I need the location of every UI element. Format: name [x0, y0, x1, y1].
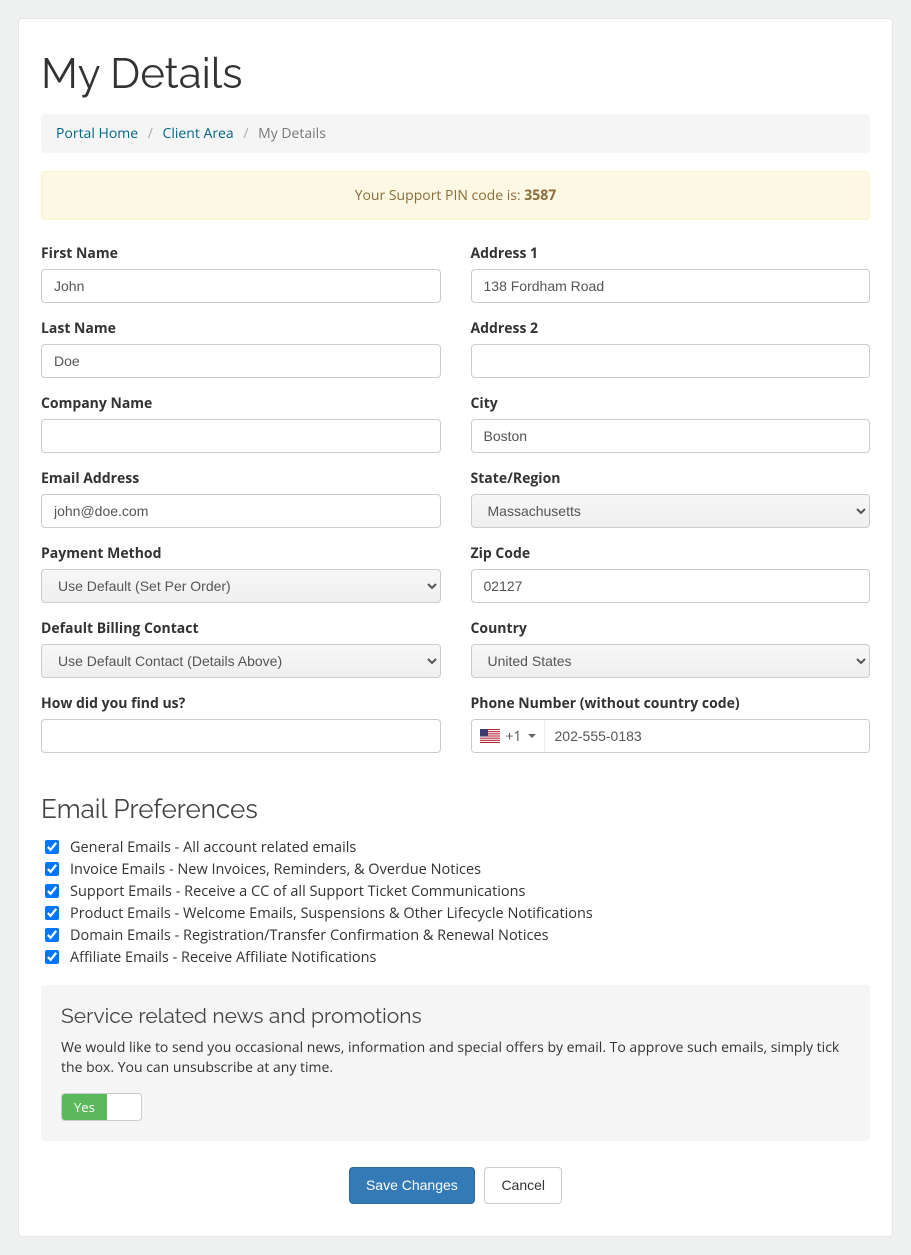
email-pref-checkbox[interactable]	[45, 906, 59, 920]
email-pref-item[interactable]: Invoice Emails - New Invoices, Reminders…	[41, 859, 870, 879]
breadcrumb: Portal Home / Client Area / My Details	[41, 114, 870, 153]
zip-label: Zip Code	[471, 544, 871, 563]
email-pref-label: Affiliate Emails - Receive Affiliate Not…	[70, 948, 376, 967]
marketing-toggle[interactable]: Yes	[61, 1093, 142, 1121]
email-pref-label: General Emails - All account related ema…	[70, 838, 356, 857]
marketing-well: Service related news and promotions We w…	[41, 985, 870, 1141]
address2-label: Address 2	[471, 319, 871, 338]
billing-contact-label: Default Billing Contact	[41, 619, 441, 638]
email-pref-item[interactable]: Product Emails - Welcome Emails, Suspens…	[41, 903, 870, 923]
city-label: City	[471, 394, 871, 413]
address2-input[interactable]	[471, 344, 871, 378]
company-name-label: Company Name	[41, 394, 441, 413]
email-pref-item[interactable]: Support Emails - Receive a CC of all Sup…	[41, 881, 870, 901]
chevron-down-icon	[528, 734, 536, 738]
last-name-label: Last Name	[41, 319, 441, 338]
support-pin-label: Your Support PIN code is:	[355, 186, 525, 205]
breadcrumb-home[interactable]: Portal Home	[56, 124, 138, 143]
found-us-label: How did you find us?	[41, 694, 441, 713]
save-button[interactable]: Save Changes	[349, 1167, 475, 1205]
company-name-input[interactable]	[41, 419, 441, 453]
phone-prefix: +1	[506, 727, 522, 746]
email-label: Email Address	[41, 469, 441, 488]
phone-input-group: +1	[471, 719, 871, 753]
email-pref-label: Invoice Emails - New Invoices, Reminders…	[70, 860, 481, 879]
details-card: My Details Portal Home / Client Area / M…	[18, 18, 893, 1237]
address1-input[interactable]	[471, 269, 871, 303]
email-prefs-list: General Emails - All account related ema…	[41, 837, 870, 967]
payment-method-label: Payment Method	[41, 544, 441, 563]
toggle-on-label: Yes	[62, 1094, 107, 1120]
address1-label: Address 1	[471, 244, 871, 263]
first-name-input[interactable]	[41, 269, 441, 303]
phone-label: Phone Number (without country code)	[471, 694, 871, 713]
page-title: My Details	[41, 49, 870, 98]
marketing-title: Service related news and promotions	[61, 1003, 850, 1028]
state-select[interactable]: Massachusetts	[471, 494, 871, 528]
email-prefs-title: Email Preferences	[41, 795, 870, 825]
email-pref-label: Domain Emails - Registration/Transfer Co…	[70, 926, 549, 945]
breadcrumb-sep: /	[142, 124, 159, 143]
email-pref-checkbox[interactable]	[45, 950, 59, 964]
cancel-button[interactable]: Cancel	[484, 1167, 562, 1205]
email-pref-checkbox[interactable]	[45, 928, 59, 942]
phone-country-picker[interactable]: +1	[472, 720, 545, 752]
payment-method-select[interactable]: Use Default (Set Per Order)	[41, 569, 441, 603]
email-pref-checkbox[interactable]	[45, 884, 59, 898]
first-name-label: First Name	[41, 244, 441, 263]
country-label: Country	[471, 619, 871, 638]
support-pin-value: 3587	[524, 186, 556, 205]
email-input[interactable]	[41, 494, 441, 528]
marketing-body: We would like to send you occasional new…	[61, 1038, 850, 1079]
country-select[interactable]: United States	[471, 644, 871, 678]
last-name-input[interactable]	[41, 344, 441, 378]
breadcrumb-current: My Details	[258, 124, 326, 143]
email-pref-item[interactable]: General Emails - All account related ema…	[41, 837, 870, 857]
toggle-handle	[107, 1094, 141, 1120]
breadcrumb-client-area[interactable]: Client Area	[163, 124, 234, 143]
state-label: State/Region	[471, 469, 871, 488]
support-pin-alert: Your Support PIN code is: 3587	[41, 171, 870, 220]
city-input[interactable]	[471, 419, 871, 453]
email-pref-item[interactable]: Affiliate Emails - Receive Affiliate Not…	[41, 947, 870, 967]
billing-contact-select[interactable]: Use Default Contact (Details Above)	[41, 644, 441, 678]
email-pref-label: Support Emails - Receive a CC of all Sup…	[70, 882, 525, 901]
phone-input[interactable]	[545, 720, 869, 752]
email-pref-label: Product Emails - Welcome Emails, Suspens…	[70, 904, 593, 923]
us-flag-icon	[480, 729, 500, 743]
breadcrumb-sep: /	[237, 124, 254, 143]
found-us-input[interactable]	[41, 719, 441, 753]
zip-input[interactable]	[471, 569, 871, 603]
email-pref-item[interactable]: Domain Emails - Registration/Transfer Co…	[41, 925, 870, 945]
email-pref-checkbox[interactable]	[45, 862, 59, 876]
email-pref-checkbox[interactable]	[45, 840, 59, 854]
form-actions: Save Changes Cancel	[41, 1167, 870, 1205]
